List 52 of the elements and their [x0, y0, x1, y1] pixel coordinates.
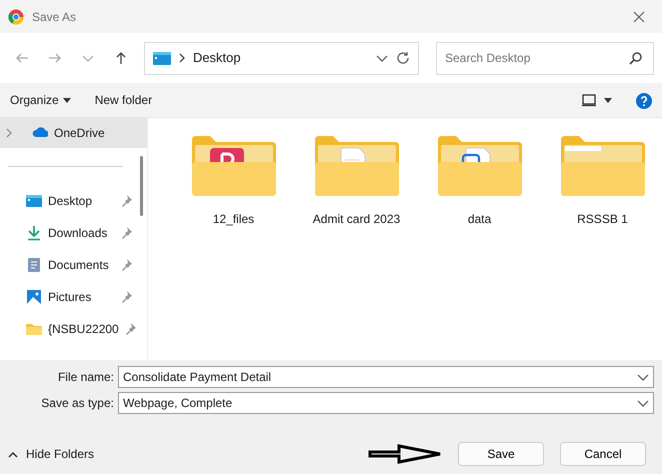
scrollbar-thumb[interactable] [140, 156, 143, 216]
refresh-icon [396, 51, 410, 65]
save-type-dropdown[interactable]: Webpage, Complete [118, 392, 654, 414]
desktop-icon [26, 193, 42, 209]
download-icon [26, 225, 42, 241]
view-menu[interactable] [582, 94, 612, 106]
desktop-icon [152, 50, 171, 66]
close-icon [633, 10, 645, 22]
sidebar-item[interactable]: Pictures [0, 281, 147, 313]
caret-icon [604, 98, 612, 102]
organize-menu[interactable]: Organize [10, 91, 71, 109]
folder-icon [192, 136, 276, 196]
folder-name[interactable]: Admit card 2023 [312, 210, 400, 228]
caret-icon [62, 98, 71, 102]
help-button[interactable] [636, 91, 652, 109]
sidebar-item[interactable]: OneDrive [0, 118, 147, 148]
save-button[interactable]: Save [458, 442, 544, 466]
chevron-down-icon [637, 374, 649, 380]
folder-name[interactable]: data [468, 210, 492, 228]
window-title: Save As [32, 8, 76, 26]
address-bar[interactable]: Desktop [144, 42, 419, 74]
folder-icon [26, 321, 42, 337]
sidebar-item[interactable]: Downloads [0, 217, 147, 249]
help-icon [636, 92, 652, 109]
folder-name[interactable]: 12_files [212, 210, 254, 228]
chevron-right-icon [178, 53, 185, 63]
browser-logo-icon [8, 8, 24, 24]
picture-icon [26, 289, 42, 305]
back-arrow-icon [15, 51, 30, 65]
view-icon [582, 94, 596, 106]
folder-name[interactable]: RSSSB 1 [577, 210, 628, 228]
folder-icon [314, 136, 398, 196]
sidebar-item[interactable]: Desktop [0, 185, 147, 217]
breadcrumb-item[interactable]: Desktop [192, 48, 241, 68]
cancel-button[interactable]: Cancel [560, 442, 646, 466]
search-field[interactable]: Search Desktop [436, 42, 654, 74]
chevron-down-icon [376, 54, 388, 62]
chevron-down-icon [637, 400, 649, 406]
sidebar-item[interactable]: {NSBU22200 [0, 313, 147, 345]
search-icon [629, 52, 642, 64]
folder-icon [438, 136, 522, 196]
folder-icon [560, 136, 644, 196]
sidebar-item[interactable]: Documents [0, 249, 147, 281]
forward-arrow-icon [48, 51, 62, 65]
hide-folders-button[interactable]: Hide Folders [8, 445, 94, 463]
document-icon [26, 257, 42, 273]
save-type-label: Save as type: [40, 395, 115, 412]
file-name-field[interactable]: Consolidate Payment Detail [118, 366, 654, 388]
chevron-up-icon [8, 450, 18, 458]
file-name-label: File name: [56, 369, 115, 386]
expand-chevron-icon [6, 128, 12, 138]
new-folder-button[interactable]: New folder [94, 91, 152, 109]
